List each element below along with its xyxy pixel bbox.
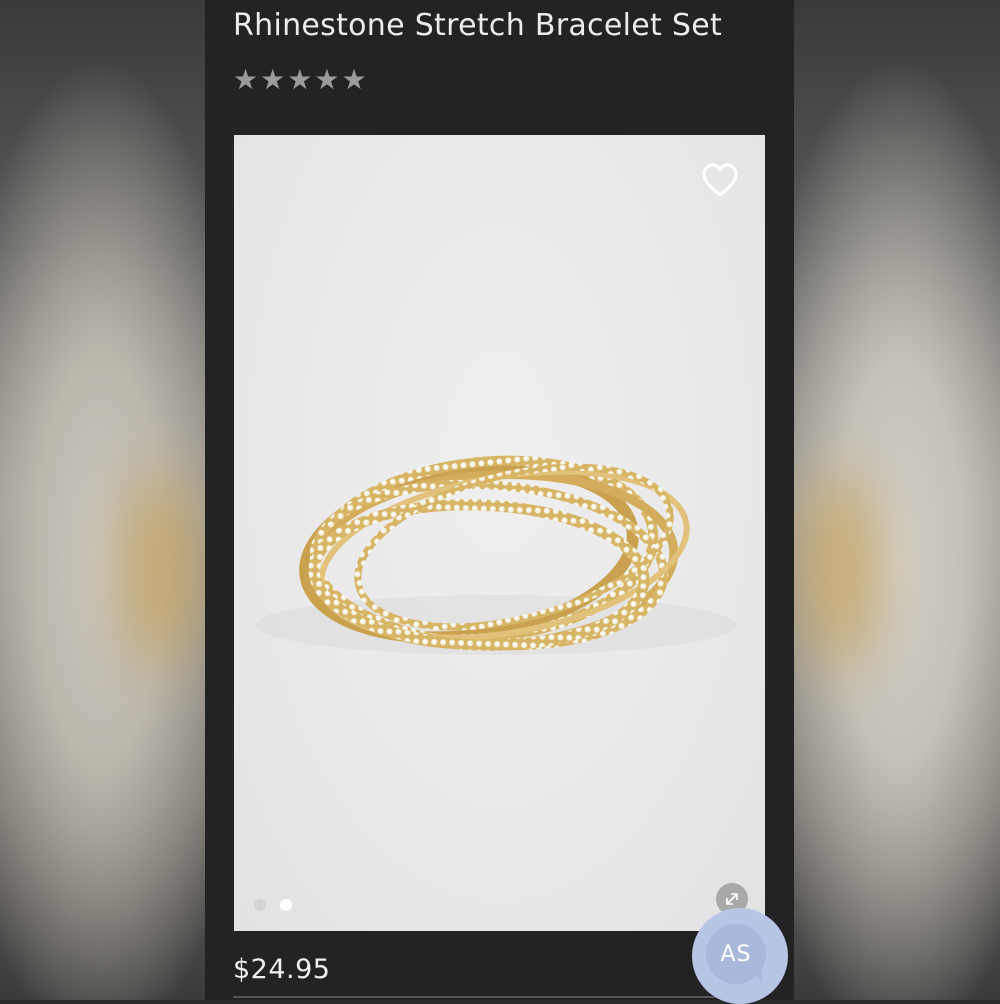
star-icon: ★ (341, 63, 367, 96)
gallery-dot-1[interactable] (254, 899, 266, 911)
star-icon: ★ (233, 63, 259, 96)
product-image[interactable] (234, 135, 765, 931)
star-icon: ★ (314, 63, 340, 96)
blurred-gold-right (800, 470, 880, 670)
blurred-gold-left (120, 470, 200, 670)
chat-assistant-button[interactable]: AS (692, 908, 788, 1004)
gallery-pagination (254, 899, 292, 911)
divider (233, 996, 764, 998)
rating-stars[interactable]: ★ ★ ★ ★ ★ (233, 66, 367, 94)
product-price: $24.95 (233, 954, 331, 985)
bracelet-illustration (256, 455, 736, 655)
product-title: Rhinestone Stretch Bracelet Set (233, 8, 723, 43)
product-screen: Rhinestone Stretch Bracelet Set ★ ★ ★ ★ … (205, 0, 794, 1000)
gallery-dot-2[interactable] (280, 899, 292, 911)
chat-initials: AS (706, 924, 766, 984)
star-icon: ★ (287, 63, 313, 96)
star-icon: ★ (260, 63, 286, 96)
heart-outline-icon[interactable] (700, 161, 740, 201)
